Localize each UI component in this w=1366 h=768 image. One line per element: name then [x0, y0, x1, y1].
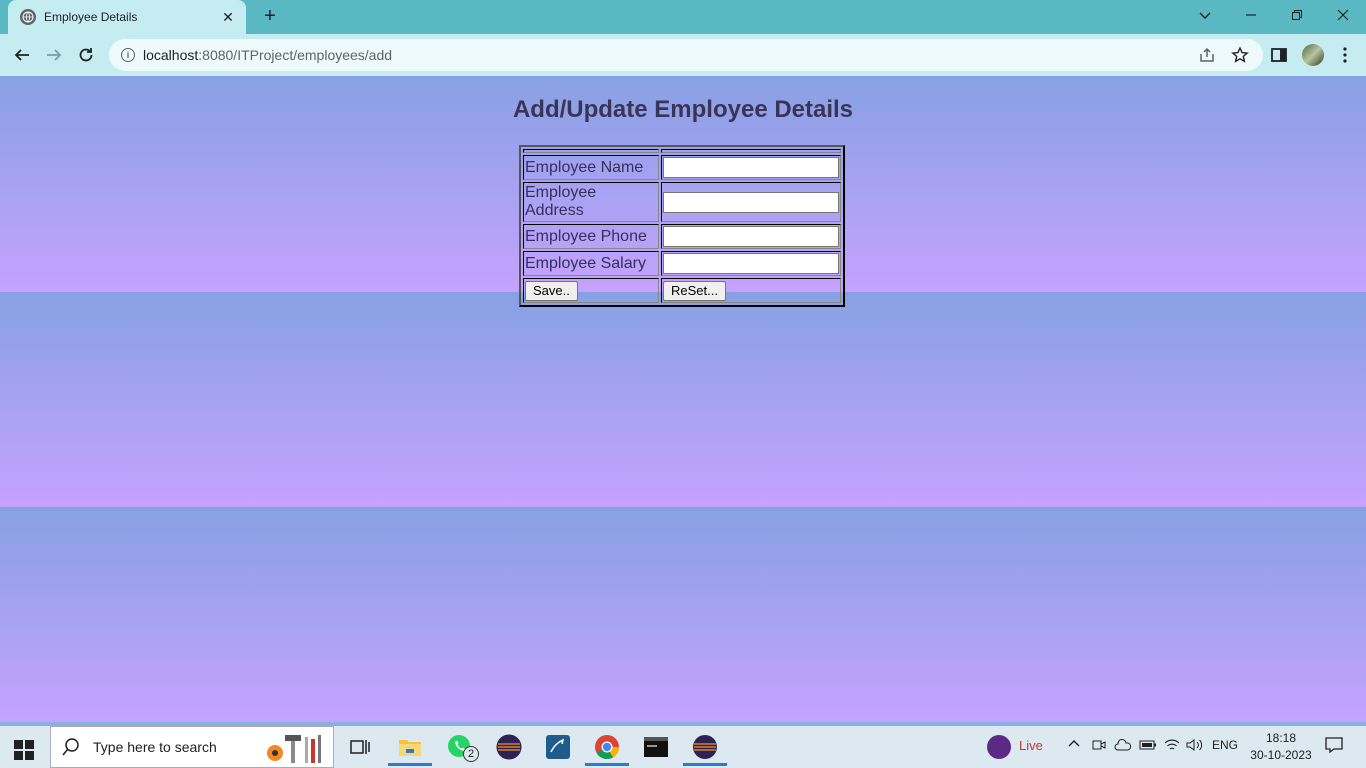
employee-address-label: Employee Address	[523, 182, 659, 222]
eclipse-icon[interactable]	[683, 732, 727, 766]
browser-tab-strip: Employee Details ✕ +	[0, 0, 1366, 34]
employee-address-input[interactable]	[663, 191, 839, 213]
more-menu-icon[interactable]	[1332, 42, 1358, 68]
employee-name-label: Employee Name	[523, 155, 659, 180]
url-text[interactable]: localhost:8080/ITProject/employees/add	[143, 47, 392, 63]
close-tab-icon[interactable]: ✕	[220, 9, 236, 25]
taskbar-search-box[interactable]: Type here to search	[50, 726, 334, 768]
form-row-address: Employee Address	[523, 182, 841, 222]
background-band	[0, 292, 1366, 507]
windows-start-icon[interactable]	[14, 740, 34, 760]
employee-phone-input[interactable]	[663, 226, 839, 247]
form-row-buttons: Save.. ReSet...	[523, 278, 841, 303]
volume-icon[interactable]	[1186, 738, 1204, 755]
mysql-command-line-icon[interactable]	[641, 732, 671, 762]
bookmark-star-icon[interactable]	[1231, 46, 1249, 64]
page-title: Add/Update Employee Details	[512, 96, 854, 123]
clock-date: 30-10-2023	[1250, 748, 1312, 762]
side-panel-icon[interactable]	[1266, 42, 1292, 68]
employee-address-cell	[661, 182, 841, 222]
address-bar[interactable]: i localhost:8080/ITProject/employees/add	[109, 39, 1263, 71]
close-window-icon[interactable]	[1320, 0, 1366, 30]
tools-illustration-icon	[267, 735, 321, 763]
save-button[interactable]: Save..	[525, 280, 578, 301]
battery-icon[interactable]	[1139, 738, 1157, 755]
clock-time: 18:18	[1265, 731, 1297, 745]
employee-name-input[interactable]	[663, 157, 839, 178]
employee-salary-label: Employee Salary	[523, 251, 659, 276]
search-icon	[62, 738, 79, 756]
eclipse-icon[interactable]	[494, 732, 524, 762]
tab-search-chevron-icon[interactable]	[1182, 0, 1228, 30]
meet-now-icon[interactable]	[1092, 738, 1106, 755]
mysql-workbench-icon[interactable]	[543, 732, 573, 762]
reset-button[interactable]: ReSet...	[663, 280, 726, 301]
save-cell: Save..	[523, 278, 659, 303]
whatsapp-icon[interactable]: 2	[445, 732, 479, 762]
minimize-icon[interactable]	[1228, 0, 1274, 30]
restore-icon[interactable]	[1274, 0, 1320, 30]
share-icon[interactable]	[1198, 46, 1216, 64]
background-band	[0, 507, 1366, 722]
employee-phone-label: Employee Phone	[523, 224, 659, 249]
taskbar: Type here to search 2 Live ENG 18:18 30-…	[0, 722, 1366, 768]
page-content: Add/Update Employee Details Employee Nam…	[0, 76, 1366, 722]
chevron-up-icon[interactable]	[1068, 738, 1080, 753]
employee-salary-input[interactable]	[663, 253, 839, 274]
form-header-row	[523, 149, 841, 153]
header-cell	[523, 149, 659, 153]
site-info-icon[interactable]: i	[121, 48, 135, 62]
system-clock[interactable]: 18:18 30-10-2023	[1248, 730, 1314, 764]
live-label[interactable]: Live	[1019, 738, 1043, 753]
globe-icon	[20, 9, 36, 25]
profile-avatar[interactable]	[1302, 44, 1324, 66]
search-placeholder: Type here to search	[93, 739, 217, 755]
header-cell	[661, 149, 841, 153]
active-indicator	[683, 763, 727, 766]
employee-form: Employee Name Employee Address Employee …	[519, 145, 845, 307]
onedrive-cloud-icon[interactable]	[1114, 738, 1132, 755]
reset-cell: ReSet...	[661, 278, 841, 303]
task-view-icon[interactable]	[345, 732, 375, 762]
forward-arrow-icon[interactable]	[41, 42, 67, 68]
form-row-salary: Employee Salary	[523, 251, 841, 276]
reload-icon[interactable]	[73, 42, 99, 68]
wifi-icon[interactable]	[1164, 738, 1180, 755]
language-indicator[interactable]: ENG	[1212, 738, 1238, 752]
cricket-live-icon[interactable]	[987, 735, 1011, 759]
employee-phone-cell	[661, 224, 841, 249]
active-indicator	[585, 763, 629, 766]
form-row-phone: Employee Phone	[523, 224, 841, 249]
browser-tab[interactable]: Employee Details ✕	[8, 0, 246, 34]
active-indicator	[388, 763, 432, 766]
employee-name-cell	[661, 155, 841, 180]
browser-toolbar: i localhost:8080/ITProject/employees/add	[0, 34, 1366, 76]
tab-title: Employee Details	[44, 10, 138, 24]
notification-badge: 2	[463, 746, 479, 762]
new-tab-button[interactable]: +	[258, 5, 282, 29]
notifications-icon[interactable]	[1325, 736, 1343, 757]
back-arrow-icon[interactable]	[9, 42, 35, 68]
file-explorer-icon[interactable]	[388, 732, 432, 766]
chrome-icon[interactable]	[585, 732, 629, 766]
employee-salary-cell	[661, 251, 841, 276]
form-row-name: Employee Name	[523, 155, 841, 180]
